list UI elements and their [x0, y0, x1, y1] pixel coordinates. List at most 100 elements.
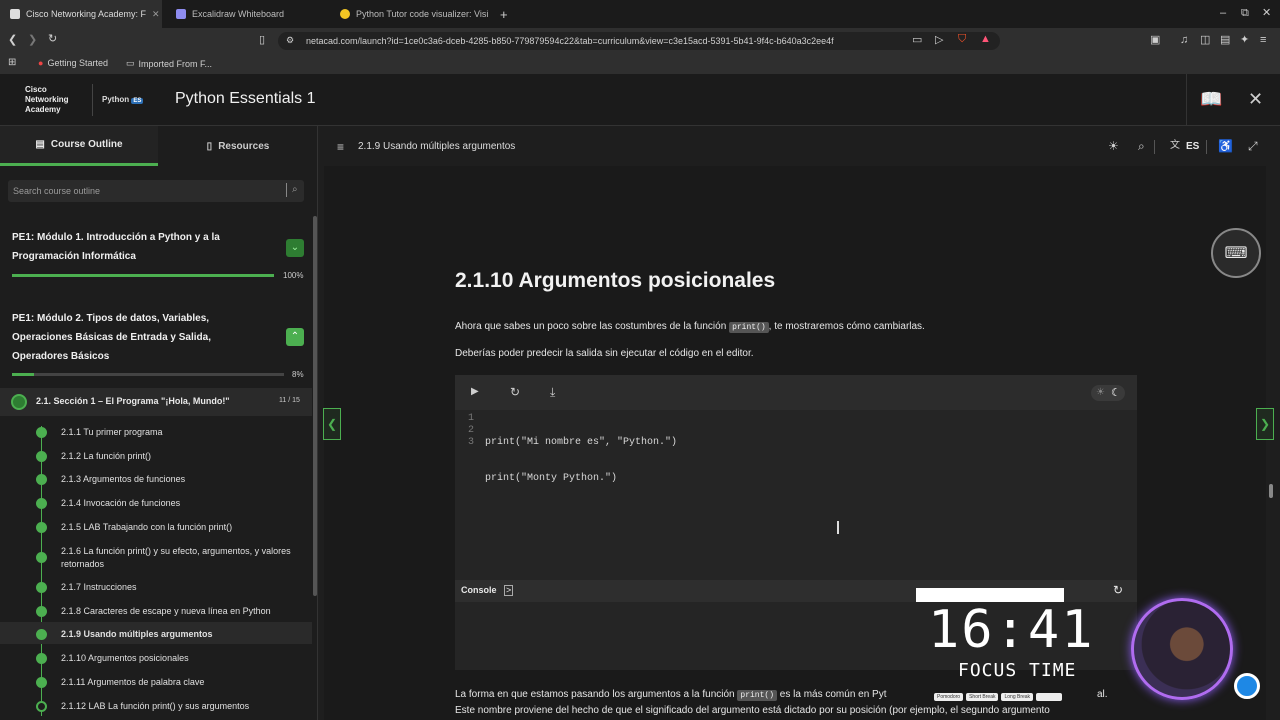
text: Ahora que sabes un poco sobre las costum…	[455, 321, 730, 332]
extensions-icon[interactable]: ✦	[1240, 35, 1249, 46]
translate-icon[interactable]: 文	[1170, 141, 1180, 151]
lesson-item[interactable]: 2.1.2 La función print()	[61, 450, 151, 463]
reload-icon[interactable]: ↻	[48, 34, 57, 45]
divider	[1186, 74, 1187, 126]
lesson-complete-icon	[36, 552, 47, 563]
tab-course-outline[interactable]: ▤ Course Outline	[0, 126, 158, 166]
sidebar-toggle-icon[interactable]: ▣	[1150, 35, 1160, 46]
music-icon[interactable]: ♫	[1180, 35, 1188, 46]
close-course-icon[interactable]: ✕	[1248, 90, 1263, 108]
focus-timer: 16:41	[928, 600, 1095, 660]
screen-icon[interactable]: ▭	[912, 35, 922, 46]
mode-tab[interactable]: Short Break	[966, 693, 999, 701]
focus-mode-label: FOCUS TIME	[958, 660, 1077, 681]
clear-console-icon[interactable]: ↻	[1113, 583, 1123, 597]
theme-toggle[interactable]: ☀ ☾	[1091, 385, 1125, 401]
python-tutor-favicon-icon	[340, 9, 350, 19]
tab-cisco[interactable]: Cisco Networking Academy: F ✕	[0, 0, 162, 28]
lesson-item[interactable]: 2.1.11 Argumentos de palabra clave	[61, 676, 204, 689]
logo-line: Networking	[25, 95, 69, 104]
lesson-item[interactable]: 2.1.4 Invocación de funciones	[61, 497, 180, 510]
bookmark-icon[interactable]: ▯	[259, 35, 265, 46]
forward-icon[interactable]: ❯	[28, 35, 37, 46]
chevron-down-icon[interactable]: ⌄	[286, 239, 304, 257]
lesson-item[interactable]: 2.1.5 LAB Trabajando con la función prin…	[61, 521, 232, 534]
bookmark-imported-folder[interactable]: ▭ Imported From F...	[126, 58, 212, 69]
lesson-item[interactable]: 2.1.6 La función print() y su efecto, ar…	[61, 545, 291, 558]
text-cursor-icon	[837, 521, 839, 534]
lesson-complete-icon	[36, 522, 47, 533]
download-icon[interactable]: ⤓	[550, 386, 555, 398]
rewards-icon[interactable]: ▲	[980, 34, 991, 45]
lesson-complete-icon	[36, 498, 47, 509]
tab-resources[interactable]: ▯ Resources	[158, 126, 317, 166]
lesson-item-continued[interactable]: retornados	[61, 558, 104, 571]
theme-sun-icon[interactable]: ☀	[1108, 140, 1119, 152]
next-page-button[interactable]: ❯	[1256, 408, 1274, 440]
tab-python-tutor[interactable]: Python Tutor code visualizer: Visi	[330, 0, 492, 28]
lesson-item[interactable]: 2.1.10 Argumentos posicionales	[61, 652, 189, 665]
inline-code: print()	[729, 322, 769, 333]
chevron-up-icon[interactable]: ⌃	[286, 328, 304, 346]
lesson-item[interactable]: 2.1.8 Caracteres de escape y nueva línea…	[61, 605, 271, 618]
apps-grid-icon[interactable]: ⊞	[8, 58, 16, 68]
search-divider	[286, 183, 287, 197]
new-tab-button[interactable]: +	[500, 8, 508, 21]
lesson-complete-icon	[36, 474, 47, 485]
code-sandbox-icon[interactable]: ⌨	[1211, 228, 1261, 278]
divider	[92, 84, 93, 116]
text: , te mostraremos cómo cambiarlas.	[768, 321, 925, 332]
divider	[1154, 140, 1155, 154]
lesson-complete-icon	[36, 451, 47, 462]
tab-title: Cisco Networking Academy: F	[26, 9, 147, 19]
minimize-button[interactable]: –	[1220, 8, 1226, 19]
collapse-menu-icon[interactable]: ≡	[337, 141, 344, 153]
lesson-complete-icon	[36, 582, 47, 593]
prev-page-button[interactable]: ❮	[323, 408, 341, 440]
fullscreen-icon[interactable]: ⤢	[1248, 140, 1258, 152]
lesson-item[interactable]: 2.1.7 Instrucciones	[61, 581, 137, 594]
module-1-title[interactable]: PE1: Módulo 1. Introducción a Python y a…	[12, 228, 220, 266]
tab-excalidraw[interactable]: Excalidraw Whiteboard	[166, 0, 328, 28]
section-row[interactable]: 2.1. Sección 1 – El Programa "¡Hola, Mun…	[0, 388, 312, 416]
terminal-icon: >	[504, 585, 514, 596]
back-icon[interactable]: ❮	[8, 35, 17, 46]
bookmark-getting-started[interactable]: ● Getting Started	[38, 58, 108, 68]
search-icon[interactable]: ⌕	[292, 184, 298, 195]
code-lines[interactable]: print("Mi nombre es", "Python.") print("…	[485, 413, 677, 521]
module-title-line: PE1: Módulo 1. Introducción a Python y a…	[12, 232, 220, 243]
restore-button[interactable]: ⧉	[1241, 8, 1249, 19]
mode-tab[interactable]	[1036, 693, 1063, 701]
language-selector[interactable]: ES	[1186, 141, 1199, 152]
search-page-icon[interactable]: ⌕	[1138, 140, 1145, 152]
lesson-item[interactable]: 2.1.1 Tu primer programa	[61, 426, 163, 439]
menu-icon[interactable]: ≡	[1260, 35, 1266, 46]
lesson-complete-icon	[36, 427, 47, 438]
reset-icon[interactable]: ↻	[510, 386, 520, 398]
accessibility-icon[interactable]: ♿	[1218, 140, 1233, 152]
close-tab-icon[interactable]: ✕	[152, 9, 160, 20]
bookmark-label: Imported From F...	[138, 58, 213, 69]
book-icon[interactable]: 📖	[1200, 90, 1222, 108]
close-window-button[interactable]: ✕	[1262, 8, 1271, 19]
mode-tab[interactable]: Pomodoro	[934, 693, 964, 701]
tab-label: Resources	[218, 140, 270, 152]
cisco-logo[interactable]: Cisco Networking Academy	[25, 85, 69, 115]
wallet-icon[interactable]: ▤	[1220, 35, 1230, 46]
search-input[interactable]: Search course outline ⌕	[8, 180, 304, 202]
lesson-item[interactable]: 2.1.3 Argumentos de funciones	[61, 473, 185, 486]
read-aloud-icon[interactable]: ▷	[935, 35, 943, 46]
site-settings-icon[interactable]: ⚙	[286, 36, 294, 45]
sidebar-scrollbar[interactable]	[313, 216, 317, 596]
run-icon[interactable]: ▶	[471, 387, 479, 397]
module-2-title[interactable]: PE1: Módulo 2. Tipos de datos, Variables…	[12, 309, 211, 366]
outline-icon: ▤	[35, 139, 45, 150]
module-title-line: Operadores Básicos	[12, 351, 110, 362]
lesson-item-current[interactable]: 2.1.9 Usando múltiples argumentos	[61, 628, 213, 641]
reader-icon[interactable]: ◫	[1200, 35, 1210, 46]
lesson-item[interactable]: 2.1.12 LAB La función print() y sus argu…	[61, 700, 249, 713]
brave-shield-icon[interactable]: ⛉	[958, 34, 966, 45]
mode-tab[interactable]: Long Break	[1001, 693, 1034, 701]
url-field[interactable]: ⚙ netacad.com/launch?id=1ce0c3a6-dceb-42…	[278, 32, 1000, 50]
content-scrollbar[interactable]	[1269, 484, 1273, 498]
